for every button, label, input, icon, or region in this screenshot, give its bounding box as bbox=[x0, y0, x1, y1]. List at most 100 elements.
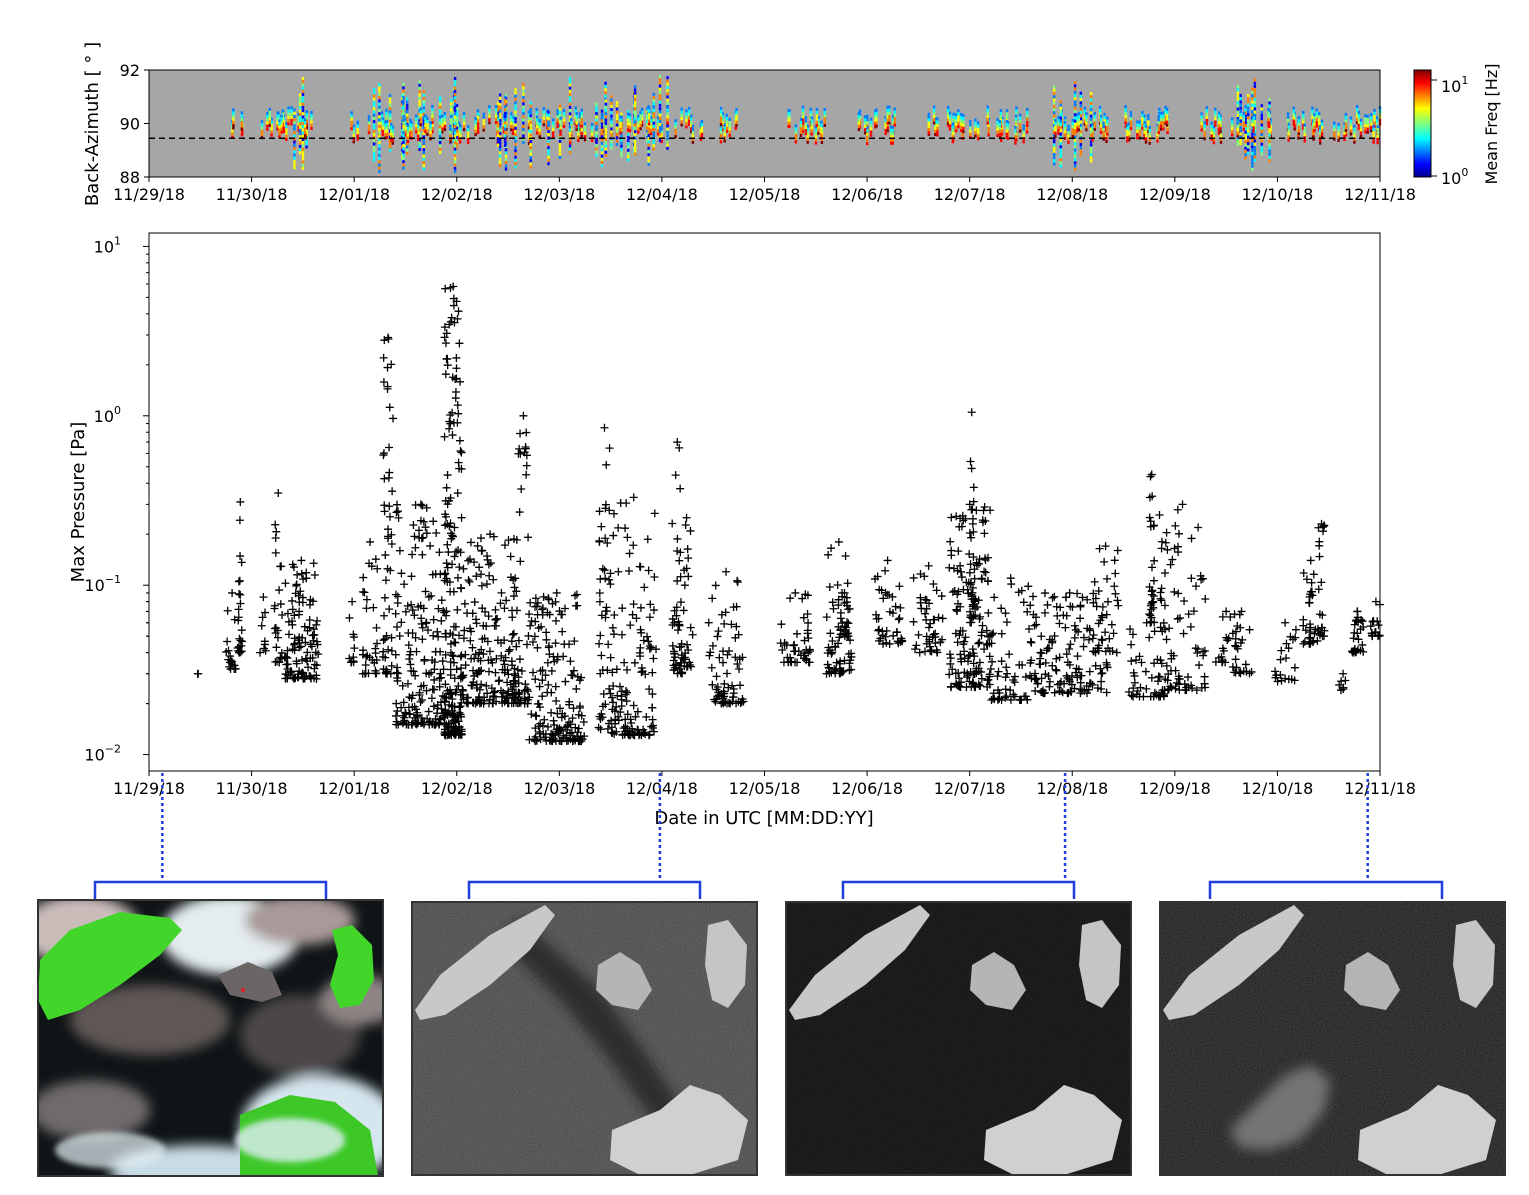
back-azimuth-point bbox=[1073, 151, 1077, 155]
back-azimuth-point bbox=[647, 159, 650, 163]
back-azimuth-point bbox=[285, 134, 288, 138]
back-azimuth-point bbox=[719, 127, 723, 131]
back-azimuth-point bbox=[1015, 120, 1018, 124]
back-azimuth-point bbox=[1236, 134, 1239, 138]
back-azimuth-point bbox=[1246, 148, 1250, 152]
back-azimuth-point bbox=[1287, 125, 1290, 129]
back-azimuth-point bbox=[823, 114, 826, 118]
back-azimuth-point bbox=[628, 125, 632, 129]
back-azimuth-point bbox=[1205, 115, 1209, 119]
back-azimuth-point bbox=[1102, 134, 1105, 138]
back-azimuth-point bbox=[350, 114, 353, 118]
back-azimuth-point bbox=[551, 118, 555, 122]
back-azimuth-point bbox=[529, 133, 532, 137]
back-azimuth-point bbox=[504, 157, 508, 161]
back-azimuth-point bbox=[575, 121, 578, 125]
back-azimuth-point bbox=[725, 117, 728, 121]
back-azimuth-point bbox=[788, 108, 791, 112]
back-azimuth-point bbox=[372, 132, 376, 136]
back-azimuth-point bbox=[488, 114, 491, 118]
back-azimuth-point bbox=[1253, 94, 1257, 98]
back-azimuth-point bbox=[1251, 87, 1254, 91]
back-azimuth-point bbox=[1063, 124, 1067, 128]
back-azimuth-point bbox=[547, 155, 550, 159]
back-azimuth-point bbox=[1148, 128, 1151, 132]
back-azimuth-point bbox=[1239, 113, 1242, 117]
back-azimuth-point bbox=[1236, 91, 1240, 95]
colorbar-tick-label-bottom: 100 bbox=[1441, 166, 1468, 188]
back-azimuth-point bbox=[1313, 129, 1316, 133]
back-azimuth-point bbox=[1126, 133, 1129, 137]
back-azimuth-point bbox=[1077, 118, 1080, 122]
back-azimuth-point bbox=[1312, 132, 1315, 136]
back-azimuth-point bbox=[1093, 118, 1096, 122]
back-azimuth-point bbox=[1252, 116, 1255, 120]
back-azimuth-point bbox=[1019, 116, 1022, 120]
back-azimuth-point bbox=[639, 114, 642, 118]
back-azimuth-point bbox=[1052, 104, 1056, 108]
back-azimuth-point bbox=[1005, 115, 1009, 119]
back-azimuth-point bbox=[1236, 142, 1240, 146]
back-azimuth-point bbox=[356, 128, 359, 132]
back-azimuth-point bbox=[453, 86, 457, 90]
back-azimuth-point bbox=[886, 129, 889, 133]
back-azimuth-point bbox=[595, 137, 598, 141]
back-azimuth-point bbox=[1093, 124, 1096, 128]
back-azimuth-point bbox=[700, 126, 704, 130]
back-azimuth-point bbox=[1136, 136, 1139, 140]
back-azimuth-point bbox=[666, 95, 669, 99]
back-azimuth-point bbox=[857, 115, 861, 119]
back-azimuth-point bbox=[1071, 128, 1074, 132]
back-azimuth-point bbox=[604, 150, 608, 154]
back-azimuth-point bbox=[1333, 121, 1336, 125]
back-azimuth-point bbox=[466, 128, 470, 132]
back-azimuth-point bbox=[504, 134, 507, 138]
back-azimuth-point bbox=[1260, 113, 1264, 117]
back-azimuth-point bbox=[372, 145, 376, 149]
back-azimuth-point bbox=[969, 120, 972, 124]
back-azimuth-point bbox=[1089, 95, 1093, 99]
back-azimuth-point bbox=[1315, 118, 1318, 122]
back-azimuth-point bbox=[604, 131, 608, 135]
back-azimuth-point bbox=[301, 83, 305, 87]
back-azimuth-point bbox=[514, 113, 517, 117]
back-azimuth-point bbox=[936, 133, 939, 137]
back-azimuth-point bbox=[869, 117, 873, 121]
back-azimuth-point bbox=[1246, 126, 1250, 130]
back-azimuth-point bbox=[633, 126, 637, 130]
back-azimuth-point bbox=[1242, 121, 1246, 125]
back-azimuth-point bbox=[1244, 108, 1247, 112]
back-azimuth-point bbox=[974, 124, 977, 128]
back-azimuth-point bbox=[568, 102, 572, 106]
back-azimuth-point bbox=[474, 123, 477, 127]
back-azimuth-point bbox=[558, 143, 562, 147]
back-azimuth-point bbox=[498, 157, 502, 161]
back-azimuth-point bbox=[1260, 107, 1264, 111]
back-azimuth-point bbox=[1260, 133, 1264, 137]
back-azimuth-point bbox=[633, 123, 637, 127]
back-azimuth-point bbox=[637, 127, 640, 131]
back-azimuth-point bbox=[405, 145, 409, 149]
back-azimuth-point bbox=[1244, 130, 1247, 134]
back-azimuth-point bbox=[658, 123, 662, 127]
back-azimuth-point bbox=[1344, 125, 1348, 129]
back-azimuth-point bbox=[1297, 125, 1300, 129]
back-azimuth-point bbox=[658, 126, 662, 130]
back-azimuth-point bbox=[735, 114, 738, 118]
back-azimuth-point bbox=[734, 126, 737, 130]
back-azimuth-point bbox=[687, 122, 691, 126]
back-azimuth-point bbox=[1260, 126, 1264, 130]
back-azimuth-point bbox=[1292, 122, 1295, 126]
back-azimuth-point bbox=[863, 118, 867, 122]
back-azimuth-point bbox=[600, 125, 604, 129]
back-azimuth-point bbox=[450, 114, 453, 118]
back-azimuth-point bbox=[986, 118, 989, 122]
back-azimuth-x-tick-label: 11/29/18 bbox=[113, 185, 185, 204]
back-azimuth-point bbox=[1106, 129, 1109, 133]
back-azimuth-point bbox=[604, 141, 608, 145]
back-azimuth-point bbox=[378, 150, 381, 154]
back-azimuth-point bbox=[1165, 107, 1169, 111]
back-azimuth-point bbox=[600, 164, 604, 168]
back-azimuth-point bbox=[1059, 148, 1062, 152]
back-azimuth-point bbox=[453, 147, 457, 151]
